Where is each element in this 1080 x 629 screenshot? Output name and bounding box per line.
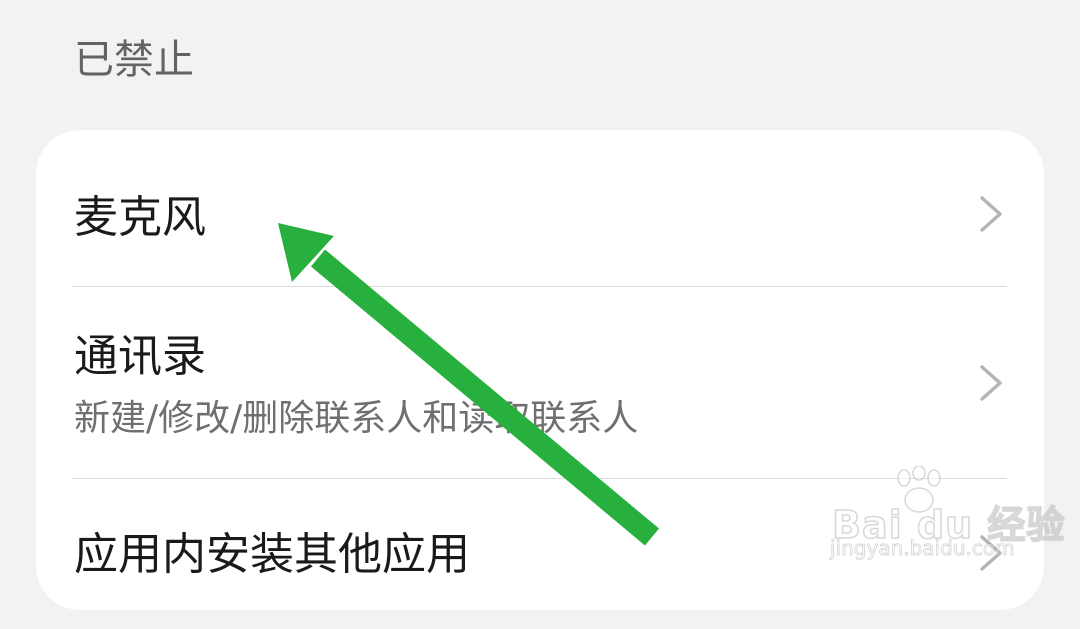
permission-row-install-apps[interactable]: 应用内安装其他应用 — [36, 479, 1044, 629]
chevron-right-icon — [980, 196, 1002, 232]
permission-title: 通讯录 — [74, 331, 206, 382]
section-header-disabled: 已禁止 — [74, 37, 194, 83]
permission-title: 麦克风 — [74, 192, 206, 243]
chevron-right-icon — [980, 535, 1002, 571]
permission-title: 应用内安装其他应用 — [74, 529, 470, 580]
permissions-card: 麦克风 通讯录 新建/修改/删除联系人和读取联系人 应用内安装其他应用 — [36, 130, 1044, 610]
chevron-right-icon — [980, 365, 1002, 401]
permission-subtitle: 新建/修改/删除联系人和读取联系人 — [74, 398, 639, 439]
permission-row-contacts[interactable]: 通讯录 新建/修改/删除联系人和读取联系人 — [36, 287, 1044, 478]
permission-row-microphone[interactable]: 麦克风 — [36, 130, 1044, 286]
